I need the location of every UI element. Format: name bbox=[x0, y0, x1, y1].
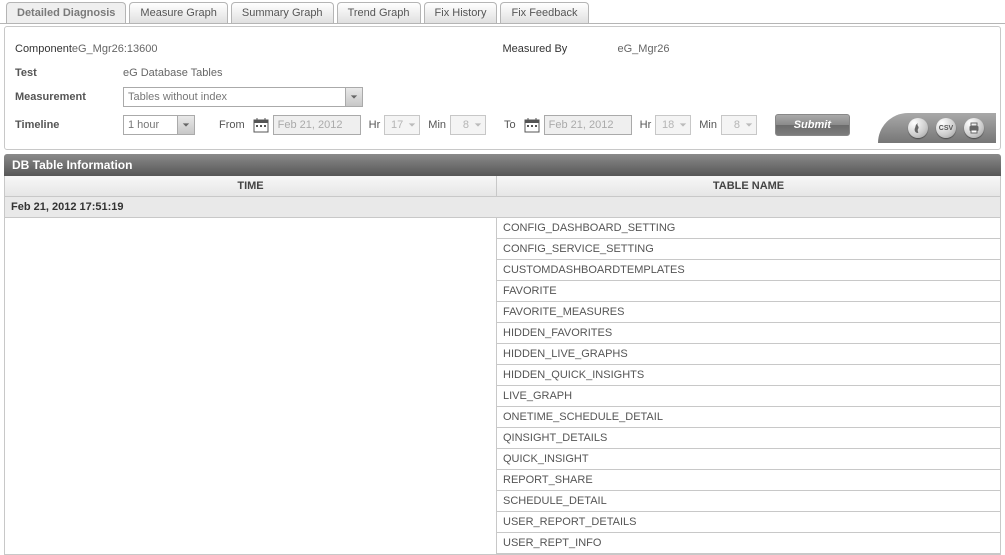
table-row: FAVORITE bbox=[497, 281, 1000, 302]
table-row: CONFIG_SERVICE_SETTING bbox=[497, 239, 1000, 260]
to-date-input[interactable]: Feb 21, 2012 bbox=[544, 115, 632, 135]
table-row: QUICK_INSIGHT bbox=[497, 449, 1000, 470]
table-row: ONETIME_SCHEDULE_DETAIL bbox=[497, 407, 1000, 428]
to-label: To bbox=[504, 119, 516, 131]
test-value: eG Database Tables bbox=[123, 67, 222, 79]
table-row: CUSTOMDASHBOARDTEMPLATES bbox=[497, 260, 1000, 281]
table-header: TIME TABLE NAME bbox=[5, 176, 1000, 197]
submit-button[interactable]: Submit bbox=[775, 114, 850, 136]
measurement-value: Tables without index bbox=[124, 91, 231, 103]
from-date-input[interactable]: Feb 21, 2012 bbox=[273, 115, 361, 135]
filter-panel: Component eG_Mgr26:13600 Measured By eG_… bbox=[4, 26, 1001, 150]
print-icon[interactable] bbox=[964, 118, 984, 138]
chevron-down-icon bbox=[471, 121, 485, 129]
chevron-down-icon bbox=[177, 116, 194, 134]
from-min-select[interactable]: 8 bbox=[450, 115, 486, 135]
from-hr-label: Hr bbox=[369, 119, 381, 131]
tab-label: Fix Feedback bbox=[511, 7, 577, 19]
from-hr-select[interactable]: 17 bbox=[384, 115, 420, 135]
table-row: CONFIG_DASHBOARD_SETTING bbox=[497, 218, 1000, 239]
calendar-icon[interactable] bbox=[524, 117, 540, 133]
from-label: From bbox=[219, 119, 245, 131]
from-min-label: Min bbox=[428, 119, 446, 131]
chevron-down-icon bbox=[405, 121, 419, 129]
timeline-value: 1 hour bbox=[124, 119, 163, 131]
tab-fix-feedback[interactable]: Fix Feedback bbox=[500, 2, 588, 23]
chevron-down-icon bbox=[742, 121, 756, 129]
tab-label: Fix History bbox=[435, 7, 487, 19]
name-column-body: CONFIG_DASHBOARD_SETTINGCONFIG_SERVICE_S… bbox=[497, 218, 1000, 554]
measured-by-value: eG_Mgr26 bbox=[618, 43, 670, 55]
tab-label: Measure Graph bbox=[140, 7, 216, 19]
table-row: USER_REPT_INFO bbox=[497, 533, 1000, 554]
tab-summary-graph[interactable]: Summary Graph bbox=[231, 2, 334, 23]
chevron-down-icon bbox=[676, 121, 690, 129]
table-body: CONFIG_DASHBOARD_SETTINGCONFIG_SERVICE_S… bbox=[5, 218, 1000, 554]
table-row: USER_REPORT_DETAILS bbox=[497, 512, 1000, 533]
flame-icon[interactable] bbox=[908, 118, 928, 138]
component-label: Component bbox=[15, 43, 72, 55]
column-time: TIME bbox=[5, 176, 497, 196]
chevron-down-icon bbox=[345, 88, 362, 106]
to-hr-label: Hr bbox=[640, 119, 652, 131]
to-min-select[interactable]: 8 bbox=[721, 115, 757, 135]
column-name: TABLE NAME bbox=[497, 176, 1000, 196]
table-row: HIDDEN_QUICK_INSIGHTS bbox=[497, 365, 1000, 386]
test-label: Test bbox=[15, 67, 123, 79]
tab-label: Summary Graph bbox=[242, 7, 323, 19]
table-row: SCHEDULE_DETAIL bbox=[497, 491, 1000, 512]
tabs-bar: Detailed Diagnosis Measure Graph Summary G… bbox=[0, 0, 1005, 24]
table-row: HIDDEN_LIVE_GRAPHS bbox=[497, 344, 1000, 365]
to-min-label: Min bbox=[699, 119, 717, 131]
db-table: TIME TABLE NAME Feb 21, 2012 17:51:19 CO… bbox=[4, 176, 1001, 555]
table-row: REPORT_SHARE bbox=[497, 470, 1000, 491]
component-value: eG_Mgr26:13600 bbox=[72, 43, 158, 55]
group-time-row: Feb 21, 2012 17:51:19 bbox=[5, 197, 1000, 218]
export-action-bar: CSV bbox=[878, 113, 996, 143]
tab-measure-graph[interactable]: Measure Graph bbox=[129, 2, 227, 23]
table-row: LIVE_GRAPH bbox=[497, 386, 1000, 407]
timeline-select[interactable]: 1 hour bbox=[123, 115, 195, 135]
timeline-label: Timeline bbox=[15, 119, 123, 131]
table-row: FAVORITE_MEASURES bbox=[497, 302, 1000, 323]
measurement-label: Measurement bbox=[15, 91, 123, 103]
tab-fix-history[interactable]: Fix History bbox=[424, 2, 498, 23]
tab-label: Trend Graph bbox=[348, 7, 410, 19]
time-column-body bbox=[5, 218, 497, 554]
tab-label: Detailed Diagnosis bbox=[17, 7, 115, 19]
csv-export-button[interactable]: CSV bbox=[936, 118, 956, 138]
tab-trend-graph[interactable]: Trend Graph bbox=[337, 2, 421, 23]
table-row: QINSIGHT_DETAILS bbox=[497, 428, 1000, 449]
measurement-select[interactable]: Tables without index bbox=[123, 87, 363, 107]
to-hr-select[interactable]: 18 bbox=[655, 115, 691, 135]
tab-detailed-diagnosis[interactable]: Detailed Diagnosis bbox=[6, 2, 126, 23]
measured-by-label: Measured By bbox=[503, 43, 618, 55]
calendar-icon[interactable] bbox=[253, 117, 269, 133]
table-row: HIDDEN_FAVORITES bbox=[497, 323, 1000, 344]
section-title: DB Table Information bbox=[4, 154, 1001, 176]
